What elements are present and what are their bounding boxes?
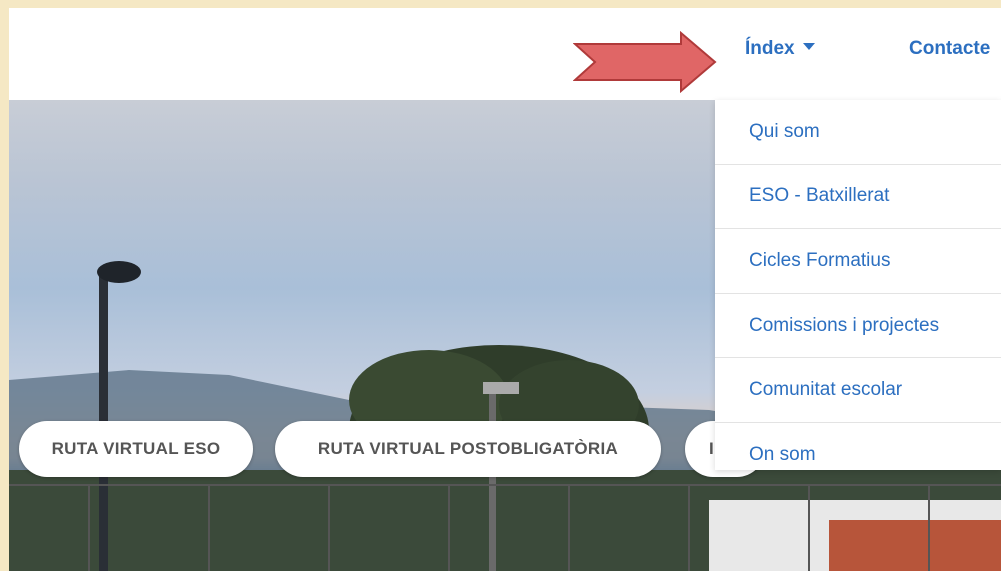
nav-index-dropdown[interactable]: Índex (745, 38, 815, 60)
arrow-right-icon (573, 31, 717, 93)
page-frame: Índex Contacte RUTA VIRTUAL ESO RUTA VIR… (9, 8, 1001, 571)
menu-item-comunitat-escolar[interactable]: Comunitat escolar (715, 358, 1001, 423)
menu-item-qui-som[interactable]: Qui som (715, 100, 1001, 165)
site-header: Índex Contacte (9, 8, 1001, 100)
chevron-down-icon (802, 43, 815, 51)
nav-contact-link[interactable]: Contacte (909, 38, 990, 60)
menu-item-eso-batxillerat[interactable]: ESO - Batxillerat (715, 165, 1001, 230)
menu-item-cicles-formatius[interactable]: Cicles Formatius (715, 229, 1001, 294)
ruta-virtual-eso-button[interactable]: RUTA VIRTUAL ESO (19, 421, 253, 477)
menu-item-on-som[interactable]: On som (715, 423, 1001, 488)
ruta-virtual-postobligatoria-button[interactable]: RUTA VIRTUAL POSTOBLIGATÒRIA (275, 421, 661, 477)
index-dropdown-menu: Qui som ESO - Batxillerat Cicles Formati… (715, 100, 1001, 470)
nav-index-label: Índex (745, 38, 795, 59)
menu-item-comissions-projectes[interactable]: Comissions i projectes (715, 294, 1001, 359)
